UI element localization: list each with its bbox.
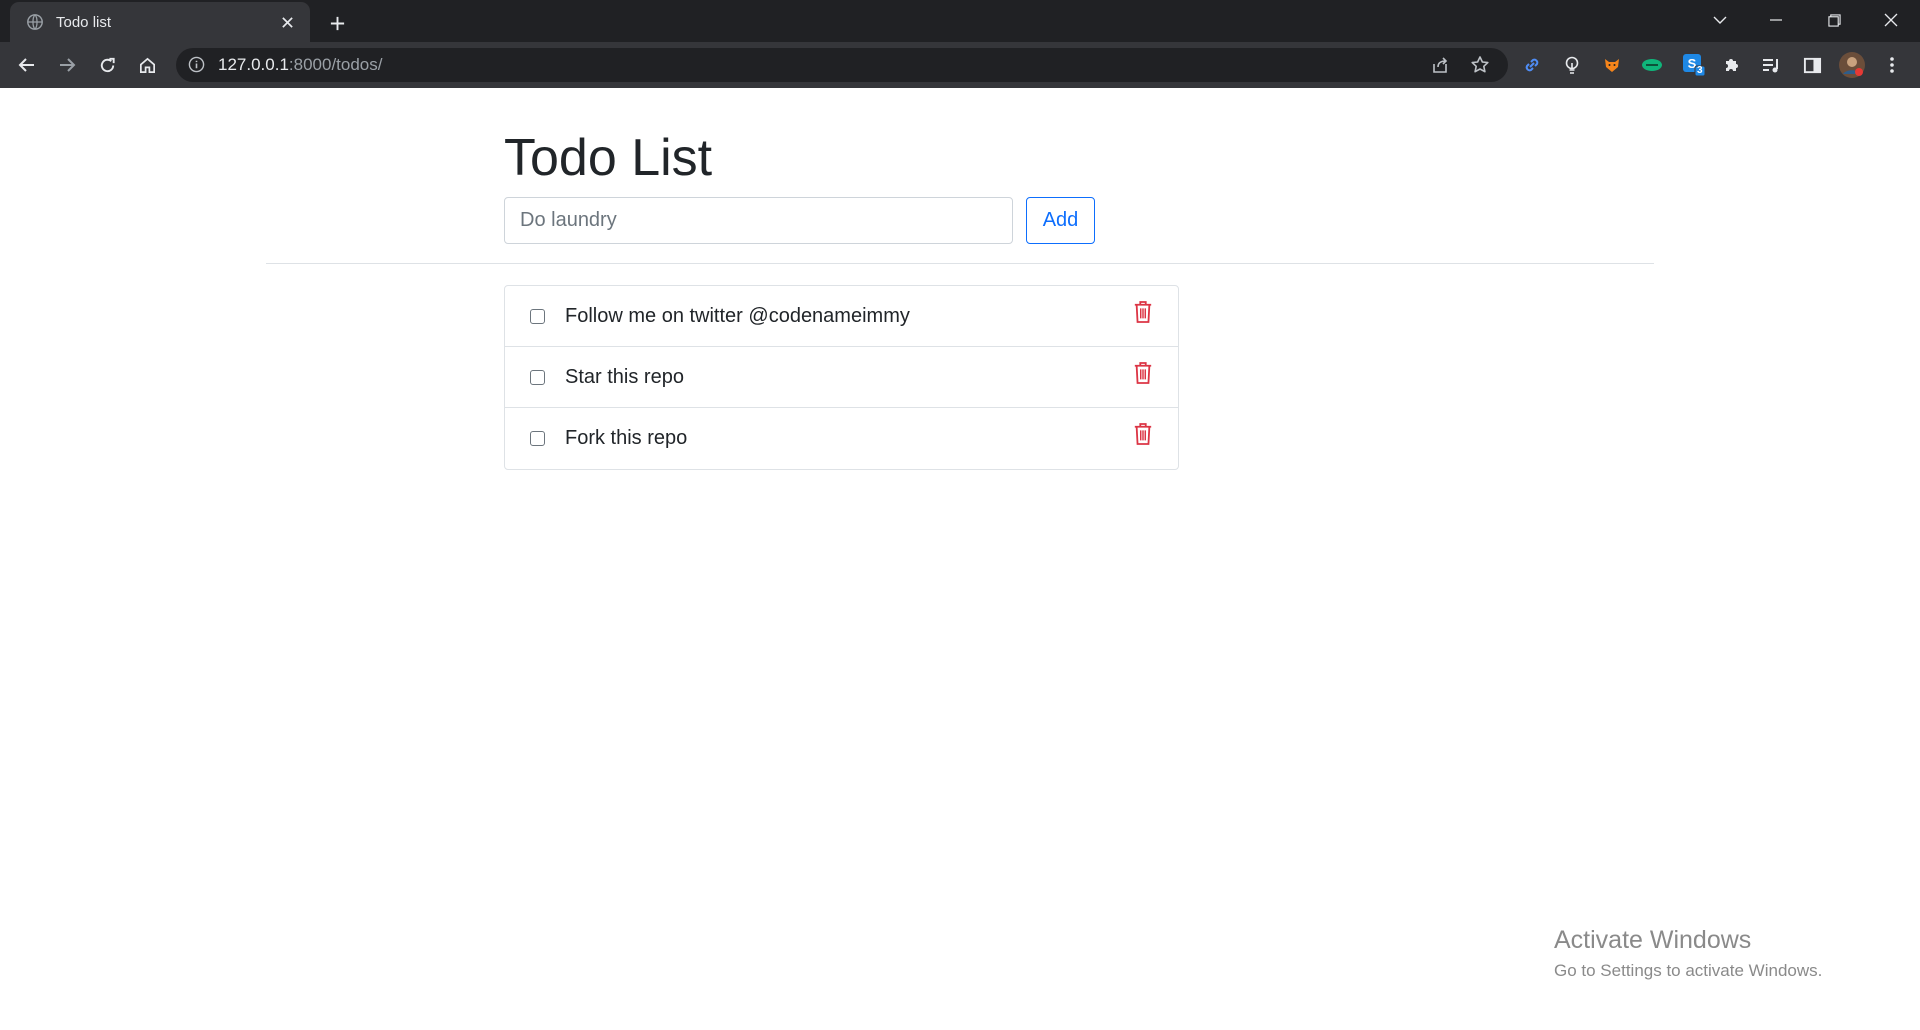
share-icon[interactable] (1430, 55, 1450, 75)
todo-list: Follow me on twitter @codenameimmy Star … (504, 285, 1179, 470)
activate-windows-watermark: Activate Windows Go to Settings to activ… (1554, 926, 1822, 981)
browser-tab[interactable]: Todo list (10, 2, 310, 42)
extension-badge: 3 (1697, 65, 1703, 76)
tab-title: Todo list (56, 13, 112, 31)
list-item: Follow me on twitter @codenameimmy (505, 286, 1178, 347)
new-tab-button[interactable] (322, 8, 352, 38)
todo-checkbox[interactable] (530, 309, 545, 324)
add-button[interactable]: Add (1026, 197, 1095, 244)
side-panel-icon[interactable] (1798, 51, 1826, 79)
watermark-title: Activate Windows (1554, 926, 1752, 954)
puzzle-icon[interactable] (1718, 51, 1746, 79)
watermark-subtitle: Go to Settings to activate Windows. (1554, 961, 1823, 980)
minimize-icon[interactable] (1748, 0, 1804, 40)
close-window-icon[interactable] (1863, 0, 1919, 40)
list-item: Fork this repo (505, 408, 1178, 469)
divider (266, 263, 1654, 264)
todo-checkbox[interactable] (530, 431, 545, 446)
page-content: Todo List Add Follow me on twitter @code… (0, 88, 1920, 1030)
arrow-right-icon[interactable] (51, 49, 83, 81)
address-bar[interactable]: 127.0.0.1:8000/todos/ (176, 48, 1508, 82)
url-path: :8000/todos/ (288, 55, 383, 74)
todo-checkbox[interactable] (530, 370, 545, 385)
home-icon[interactable] (131, 49, 163, 81)
arrow-left-icon[interactable] (11, 49, 43, 81)
info-icon[interactable] (188, 56, 206, 74)
globe-icon (26, 13, 44, 31)
trash-icon[interactable] (1133, 422, 1155, 448)
restore-icon[interactable] (1806, 0, 1862, 40)
page-title: Todo List (504, 129, 713, 187)
todo-input[interactable] (504, 197, 1013, 244)
url-host: 127.0.0.1 (218, 55, 289, 74)
fox-icon[interactable] (1598, 51, 1626, 79)
bulb-icon[interactable] (1558, 51, 1586, 79)
browser-titlebar: Todo list (0, 0, 1920, 42)
todo-text: Star this repo (565, 366, 684, 388)
avatar-icon[interactable] (1838, 51, 1866, 79)
trash-icon[interactable] (1133, 361, 1155, 387)
url-text[interactable]: 127.0.0.1:8000/todos/ (218, 55, 382, 75)
todo-text: Follow me on twitter @codenameimmy (565, 305, 910, 327)
link-icon[interactable] (1518, 51, 1546, 79)
browser-toolbar: 127.0.0.1:8000/todos/ S 3 (0, 42, 1920, 88)
star-icon[interactable] (1470, 55, 1490, 75)
playlist-icon[interactable] (1758, 51, 1786, 79)
kebab-menu-icon[interactable] (1878, 51, 1906, 79)
trash-icon[interactable] (1133, 300, 1155, 326)
skype-icon[interactable]: S 3 (1680, 51, 1708, 79)
wallet-icon[interactable] (1638, 51, 1666, 79)
list-item: Star this repo (505, 347, 1178, 408)
chevron-down-icon[interactable] (1692, 0, 1748, 40)
todo-text: Fork this repo (565, 427, 688, 449)
close-icon[interactable] (276, 11, 298, 33)
reload-icon[interactable] (91, 49, 123, 81)
